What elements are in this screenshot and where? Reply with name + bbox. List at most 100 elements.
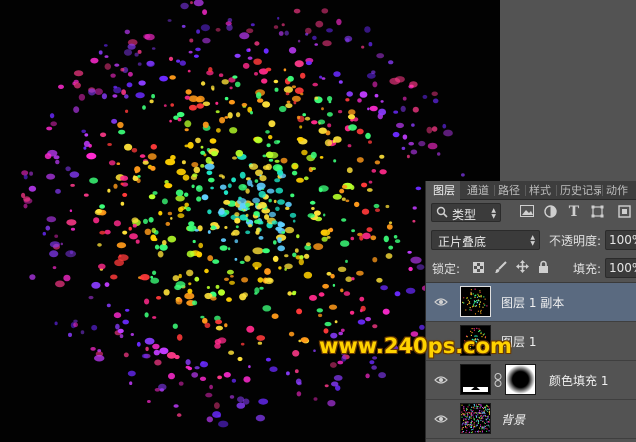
- particle-dot: [65, 166, 71, 172]
- particle-dot: [176, 168, 186, 176]
- particle-dot: [177, 117, 182, 122]
- thumbnail-noise-dot: [461, 411, 463, 413]
- fill-input[interactable]: 100%: [605, 258, 636, 278]
- smart-object-filter-icon[interactable]: [616, 205, 632, 221]
- thumbnail-dot: [462, 301, 464, 303]
- particle-dot: [44, 153, 52, 160]
- layer-name[interactable]: 背景: [501, 411, 525, 428]
- particle-dot: [46, 216, 57, 223]
- eye-icon[interactable]: [434, 295, 448, 309]
- particle-dot: [274, 159, 280, 163]
- particle-dot: [215, 284, 220, 289]
- thumbnail-noise-dot: [487, 418, 489, 420]
- particle-dot: [368, 140, 372, 144]
- particle-dot: [52, 266, 57, 270]
- particle-dot: [176, 334, 183, 341]
- adjustment-filter-icon[interactable]: [542, 205, 558, 221]
- tab-layers[interactable]: 图层: [426, 181, 460, 200]
- lock-pixels-brush-icon[interactable]: [492, 261, 508, 277]
- blend-mode-select[interactable]: 正片叠底 ▲ ▼: [431, 230, 540, 250]
- particle-dot: [88, 88, 96, 96]
- particle-dot: [174, 354, 180, 360]
- particle-dot: [276, 140, 281, 143]
- thumbnail-dot: [473, 328, 475, 330]
- tab-paths[interactable]: 路径: [498, 181, 524, 200]
- particle-dot: [175, 281, 186, 289]
- tab-styles[interactable]: 样式: [529, 181, 555, 200]
- thumbnail-noise-dot: [463, 415, 465, 416]
- particle-dot: [141, 353, 149, 359]
- thumbnail-dot: [470, 292, 472, 294]
- tab-history[interactable]: 历史记录: [560, 181, 601, 200]
- particle-dot: [116, 242, 127, 249]
- particle-dot: [42, 231, 46, 236]
- tab-divider: [494, 185, 495, 196]
- thumbnail-noise-dot: [487, 408, 489, 410]
- particle-dot: [288, 47, 297, 54]
- thumbnail-noise-dot: [483, 426, 485, 428]
- particle-dot: [184, 144, 189, 148]
- type-filter-icon[interactable]: T: [566, 204, 582, 220]
- particle-dot: [359, 309, 363, 313]
- particle-dot: [380, 100, 384, 103]
- particle-dot: [337, 266, 347, 272]
- opacity-input[interactable]: 100%: [605, 230, 636, 250]
- tab-actions[interactable]: 动作: [606, 181, 636, 200]
- particle-dot: [246, 218, 250, 223]
- particle-dot: [108, 160, 116, 166]
- particle-dot: [154, 359, 162, 366]
- layer-name[interactable]: 颜色填充 1: [549, 372, 608, 389]
- lock-transparent-icon[interactable]: [470, 261, 486, 277]
- particle-dot: [134, 170, 138, 174]
- particle-dot: [169, 75, 176, 80]
- thumbnail-noise-dot: [488, 406, 490, 408]
- particle-dot: [117, 121, 124, 129]
- particle-dot: [90, 57, 99, 64]
- particle-dot: [210, 225, 216, 230]
- particle-dot: [201, 194, 209, 201]
- thumbnail-noise-dot: [488, 430, 490, 432]
- layer-row[interactable]: 背景: [426, 400, 636, 439]
- link-chain-icon[interactable]: [494, 373, 502, 390]
- particle-dot: [262, 248, 270, 254]
- layer-filter-select[interactable]: 类型 ▲ ▼: [431, 203, 501, 222]
- thumbnail-noise-dot: [475, 415, 477, 417]
- lock-position-move-icon[interactable]: [514, 260, 530, 276]
- thumbnail-noise-dot: [466, 415, 468, 417]
- thumbnail-dot: [474, 313, 477, 315]
- image-filter-icon[interactable]: [519, 205, 535, 221]
- particle-dot: [46, 173, 56, 180]
- particle-dot: [373, 203, 380, 209]
- particle-dot: [186, 250, 195, 258]
- particle-dot: [326, 112, 333, 117]
- eye-icon[interactable]: [434, 373, 448, 387]
- particle-dot: [369, 105, 378, 112]
- layer-name[interactable]: 图层 1 副本: [501, 294, 564, 311]
- thumbnail-dot: [472, 304, 475, 306]
- thumbnail-noise-dot: [486, 410, 488, 412]
- thumbnail-noise-dot: [463, 408, 465, 409]
- particle-dot: [294, 248, 299, 253]
- thumbnail-dot: [478, 303, 481, 305]
- tab-channels[interactable]: 通道: [467, 181, 493, 200]
- particle-dot: [218, 174, 224, 178]
- particle-dot: [277, 169, 284, 176]
- thumbnail-noise-dot: [471, 420, 473, 422]
- particle-dot: [365, 373, 370, 379]
- eye-icon[interactable]: [434, 412, 448, 426]
- thumbnail-noise-dot: [486, 428, 488, 430]
- particle-dot: [206, 170, 213, 176]
- layer-row[interactable]: 颜色填充 1: [426, 361, 636, 400]
- shape-filter-icon[interactable]: [589, 205, 605, 221]
- particle-dot: [407, 250, 412, 254]
- particle-dot: [190, 1, 193, 5]
- lock-all-icon[interactable]: [535, 260, 551, 276]
- particle-dot: [242, 292, 249, 298]
- thumbnail-noise-dot: [475, 407, 477, 409]
- layer-mask-thumbnail[interactable]: [505, 364, 536, 395]
- particle-dot: [69, 209, 73, 212]
- particle-dot: [159, 75, 169, 82]
- thumbnail-noise-dot: [463, 406, 465, 408]
- thumbnail-noise-dot: [464, 415, 466, 417]
- layer-row[interactable]: 图层 1 副本: [426, 283, 636, 322]
